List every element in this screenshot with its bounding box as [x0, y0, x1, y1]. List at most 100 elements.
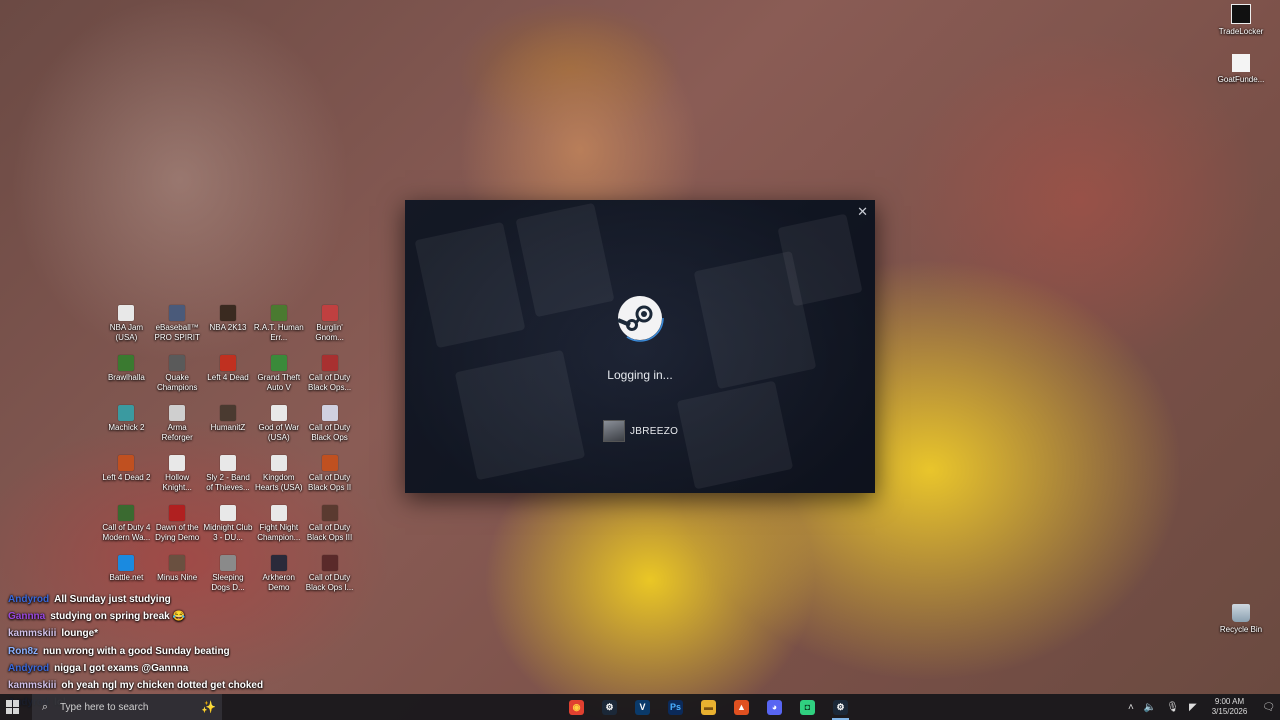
- close-button[interactable]: ✕: [857, 204, 868, 220]
- gnome-icon: [321, 305, 338, 321]
- desktop-icon[interactable]: R.A.T. Human Err...: [253, 303, 304, 353]
- arkheron-icon: [270, 555, 287, 571]
- desktop-icon[interactable]: God of War (USA): [253, 403, 304, 453]
- taskbar-clock[interactable]: 9:00 AM 3/15/2026: [1212, 697, 1248, 717]
- desktop-icon-label: Machick 2: [108, 423, 145, 432]
- desktop-icon[interactable]: Left 4 Dead 2: [101, 453, 152, 503]
- humanitz-icon: [219, 405, 236, 421]
- taskbar-app-discord[interactable]: ◕: [758, 694, 791, 720]
- taskbar-app-vscode[interactable]: V: [626, 694, 659, 720]
- chat-message: Ron8z nun wrong with a good Sunday beatin…: [8, 646, 368, 663]
- cod-icon: [321, 355, 338, 371]
- desktop-icon-label: Call of Duty Black Ops II: [308, 473, 352, 492]
- desktop-icon[interactable]: Fight Night Champion...: [253, 503, 304, 553]
- taskbar-app-file-explorer[interactable]: ▬: [692, 694, 725, 720]
- desktop-icon[interactable]: Sly 2 - Band of Thieves...: [203, 453, 254, 503]
- left4dead-icon: [219, 355, 236, 371]
- desktop-icon[interactable]: Call of Duty Black Ops II: [304, 453, 355, 503]
- minus-nine-icon: [169, 555, 186, 571]
- desktop-icon-recycle-bin[interactable]: Recycle Bin: [1211, 604, 1271, 634]
- desktop-icon-label: Sleeping Dogs D...: [211, 573, 245, 592]
- username-label: JBREEZO: [630, 425, 679, 437]
- quake-icon: [169, 355, 186, 371]
- desktop-icon[interactable]: Dawn of the Dying Demo: [152, 503, 203, 553]
- desktop-icon-label: Grand Theft Auto V: [257, 373, 301, 392]
- left4dead2-icon: [118, 455, 135, 471]
- background-tile: [676, 380, 794, 490]
- desktop-icon[interactable]: Grand Theft Auto V: [253, 353, 304, 403]
- taskbar-app-chrome[interactable]: ◉: [560, 694, 593, 720]
- desktop-icon[interactable]: NBA 2K13: [203, 303, 254, 353]
- desktop-icon[interactable]: Call of Duty Black Ops...: [304, 353, 355, 403]
- desktop-icon[interactable]: Hollow Knight...: [152, 453, 203, 503]
- volume-icon[interactable]: 🔈: [1144, 702, 1156, 713]
- steam-login-dialog: ✕ Logging in... JBREEZO: [405, 200, 875, 493]
- chat-message: Andyrod All Sunday just studying: [8, 594, 368, 611]
- tradelocker-icon: [1231, 4, 1251, 24]
- cod-bo-icon: [321, 405, 338, 421]
- chevron-up-icon[interactable]: ˄: [1128, 702, 1134, 713]
- desktop-icon[interactable]: Burglin' Gnom...: [304, 303, 355, 353]
- chat-username: kammskiii: [8, 628, 57, 640]
- cod-boi-icon: [321, 555, 338, 571]
- windows-start-button[interactable]: [6, 700, 20, 714]
- desktop-icon[interactable]: Midnight Club 3 - DU...: [203, 503, 254, 553]
- system-tray: ˄ 🔈 🎙 ◤ 9:00 AM 3/15/2026 🗨: [1123, 694, 1280, 720]
- chrome-icon: ◉: [569, 699, 584, 715]
- photoshop-icon: Ps: [668, 699, 683, 715]
- background-tile: [515, 202, 615, 318]
- desktop-icon-label: Call of Duty Black Ops III: [306, 523, 353, 542]
- desktop-icon[interactable]: eBaseball™ PRO SPIRIT: [152, 303, 203, 353]
- desktop-icon[interactable]: Machick 2: [101, 403, 152, 453]
- network-icon[interactable]: ◤: [1189, 702, 1197, 713]
- desktop-icon-label: Fight Night Champion...: [257, 523, 301, 542]
- taskbar-search-box[interactable]: ⌕ Type here to search ✨: [32, 694, 222, 720]
- taskbar-app-steam[interactable]: ⚙: [593, 694, 626, 720]
- cod-bo3-icon: [321, 505, 338, 521]
- desktop-icon-label: Left 4 Dead 2: [102, 473, 151, 482]
- desktop-icon[interactable]: Brawlhalla: [101, 353, 152, 403]
- desktop-icon-label: Dawn of the Dying Demo: [155, 523, 200, 542]
- desktop-icon-goatfunded[interactable]: GoatFunde...: [1211, 54, 1271, 84]
- machick-icon: [118, 405, 135, 421]
- desktop-icon-label: GoatFunde...: [1217, 75, 1265, 84]
- document-icon: [270, 505, 287, 521]
- desktop-icon[interactable]: Call of Duty Black Ops III: [304, 503, 355, 553]
- brave-icon: ▲: [734, 699, 749, 715]
- chat-message: Andyrod nigga I got exams @Gannna: [8, 663, 368, 680]
- chat-text: All Sunday just studying: [54, 594, 171, 605]
- background-tile: [414, 221, 526, 349]
- brawlhalla-icon: [118, 355, 135, 371]
- background-tile: [777, 213, 863, 307]
- desktop-icon[interactable]: NBA Jam (USA): [101, 303, 152, 353]
- desktop-icon[interactable]: Left 4 Dead: [203, 353, 254, 403]
- windows-logo-pane: [13, 707, 19, 714]
- login-status-text: Logging in...: [607, 368, 673, 382]
- desktop-icon-label: Minus Nine: [157, 573, 198, 582]
- desktop-icon[interactable]: Quake Champions: [152, 353, 203, 403]
- desktop-icon[interactable]: Call of Duty Black Ops: [304, 403, 355, 453]
- taskbar-app-steam-active[interactable]: ⚙: [824, 694, 857, 720]
- desktop-icon-label: Recycle Bin: [1219, 625, 1263, 634]
- desktop-icon-label: Burglin' Gnom...: [315, 323, 344, 342]
- taskbar-app-android[interactable]: ◘: [791, 694, 824, 720]
- steam-icon: ⚙: [602, 699, 617, 715]
- taskbar-app-brave[interactable]: ▲: [725, 694, 758, 720]
- desktop-icon-label: Call of Duty 4 Modern Wa...: [102, 523, 151, 542]
- windows-logo-pane: [6, 700, 12, 707]
- windows-logo-pane: [6, 707, 12, 714]
- search-icon: ⌕: [41, 700, 49, 713]
- document-icon: [118, 305, 135, 321]
- desktop-icon[interactable]: Kingdom Hearts (USA): [253, 453, 304, 503]
- desktop-icon[interactable]: Arma Reforger: [152, 403, 203, 453]
- desktop-icon[interactable]: Call of Duty 4 Modern Wa...: [101, 503, 152, 553]
- taskbar: ⌕ Type here to search ✨ ◉ ⚙ V Ps ▬ ▲ ◕ ◘ ⚙ ˄ 🔈 🎙…: [0, 694, 1280, 720]
- microphone-icon[interactable]: 🎙: [1166, 702, 1179, 713]
- desktop-icon-label: R.A.T. Human Err...: [253, 323, 304, 342]
- desktop-icon[interactable]: HumanitZ: [203, 403, 254, 453]
- desktop-icon-label: Quake Champions: [156, 373, 198, 392]
- desktop-icon-tradelocker[interactable]: TradeLocker: [1211, 4, 1271, 36]
- desktop-icon-label: HumanitZ: [210, 423, 246, 432]
- notification-icon[interactable]: 🗨: [1262, 702, 1275, 713]
- taskbar-app-photoshop[interactable]: Ps: [659, 694, 692, 720]
